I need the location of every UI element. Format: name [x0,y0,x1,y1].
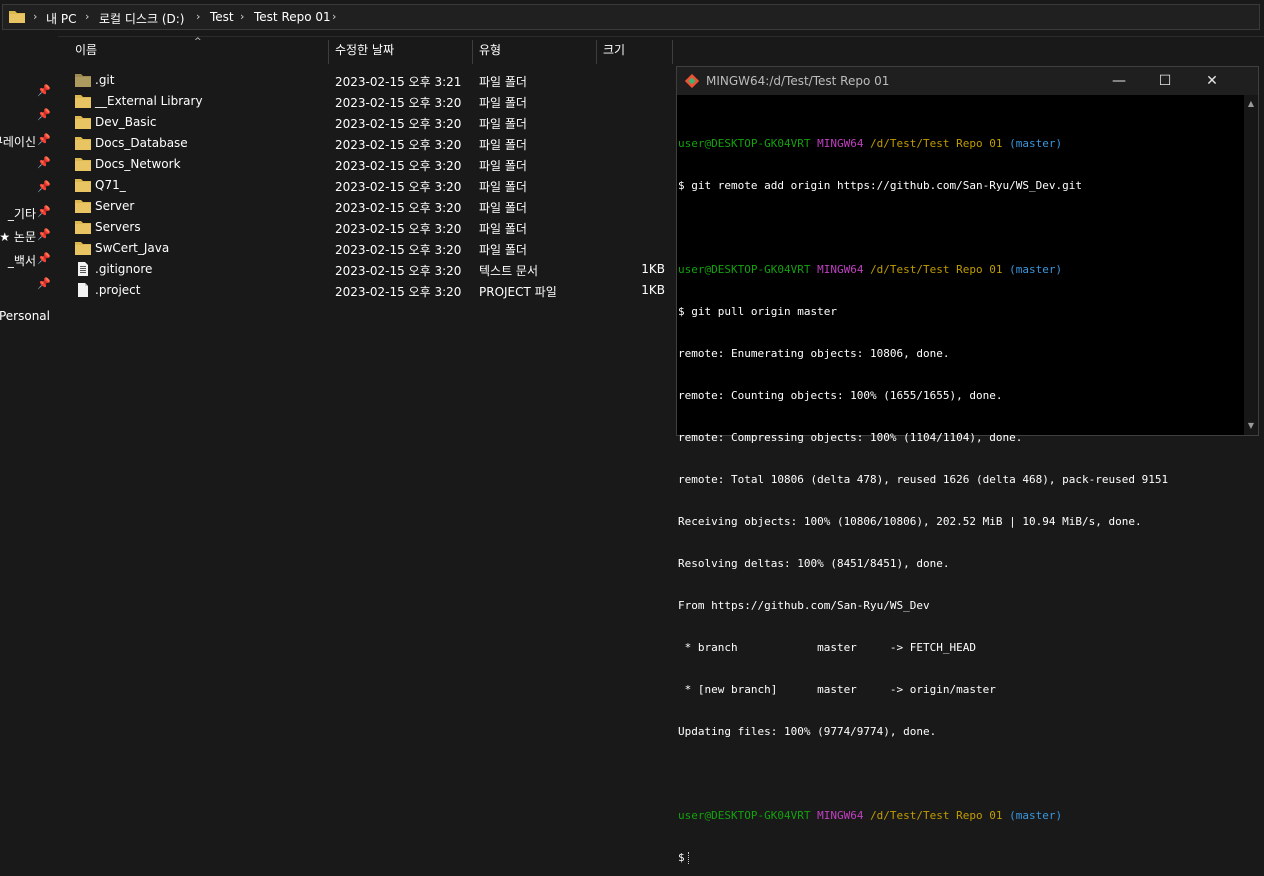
breadcrumb-separator: › [33,10,38,23]
column-header-type[interactable]: 유형 [473,36,596,64]
pin-icon: 📌 [37,205,51,218]
folder-icon [75,221,91,234]
close-button[interactable]: ✕ [1189,67,1235,95]
nav-item[interactable]: 📌 [0,81,58,103]
text-cursor [687,852,691,864]
terminal-prompt-line: user@DESKTOP-GK04VRT MINGW64 /d/Test/Tes… [678,263,1063,276]
pin-icon: 📌 [37,228,51,241]
file-row[interactable]: .project 2023-02-15 오후 3:20 PROJECT 파일 1… [70,280,670,301]
breadcrumb-separator[interactable]: › [85,10,89,23]
folder-icon [75,137,91,150]
file-row[interactable]: Docs_Database 2023-02-15 오후 3:20 파일 폴더 [70,133,670,154]
nav-item-personal[interactable]: Personal [0,306,58,328]
terminal-line: remote: Enumerating objects: 10806, done… [678,347,950,360]
breadcrumb-test-repo-01[interactable]: Test Repo 01 [254,10,331,24]
nav-item[interactable]: _★ 논문 📌 [0,225,58,247]
terminal-output[interactable]: user@DESKTOP-GK04VRT MINGW64 /d/Test/Tes… [678,109,1238,864]
terminal-titlebar[interactable]: MINGW64:/d/Test/Test Repo 01 — ☐ ✕ [677,67,1258,95]
breadcrumb-separator[interactable]: › [332,10,336,23]
file-row[interactable]: Servers 2023-02-15 오후 3:20 파일 폴더 [70,217,670,238]
minimize-icon: — [1112,73,1126,89]
column-header-date[interactable]: 수정한 날짜 [329,36,472,64]
terminal-line: * [new branch] master -> origin/master [678,683,996,696]
terminal-line: remote: Counting objects: 100% (1655/165… [678,389,1003,402]
column-divider[interactable] [672,40,673,64]
file-row[interactable]: Dev_Basic 2023-02-15 오후 3:20 파일 폴더 [70,112,670,133]
nav-item[interactable]: 📌 [0,274,58,296]
column-header-size[interactable]: 크기 [597,36,672,64]
pin-icon: 📌 [37,84,51,97]
terminal-line: remote: Total 10806 (delta 478), reused … [678,473,1169,486]
breadcrumb-local-disk[interactable]: 로컬 디스크 (D:) [99,10,184,27]
sort-ascending-icon: ^ [194,37,202,47]
nav-item[interactable]: 쿠레이신 📌 [0,130,58,152]
folder-icon [75,95,91,108]
folder-icon [75,179,91,192]
terminal-line: Resolving deltas: 100% (8451/8451), done… [678,557,950,570]
pin-icon: 📌 [37,133,51,146]
terminal-title: MINGW64:/d/Test/Test Repo 01 [706,74,890,88]
folder-icon [75,158,91,171]
scroll-down-icon[interactable]: ▼ [1244,419,1258,433]
file-row[interactable]: Server 2023-02-15 오후 3:20 파일 폴더 [70,196,670,217]
terminal-line: * branch master -> FETCH_HEAD [678,641,977,654]
breadcrumb-separator[interactable]: › [240,10,244,23]
breadcrumb-separator[interactable]: › [196,10,200,23]
pin-icon: 📌 [37,180,51,193]
close-icon: ✕ [1206,73,1218,89]
git-bash-icon [685,74,699,88]
nav-item[interactable]: 📌 [0,153,58,175]
terminal-line: $ git remote add origin https://github.c… [678,179,1082,192]
breadcrumb-test[interactable]: Test [210,10,234,24]
nav-item[interactable]: _백서 📌 [0,249,58,271]
terminal-prompt-line: user@DESKTOP-GK04VRT MINGW64 /d/Test/Tes… [678,809,1063,822]
file-list: .git 2023-02-15 오후 3:21 파일 폴더 __External… [58,70,674,310]
scroll-up-icon[interactable]: ▲ [1244,97,1258,111]
folder-icon [75,74,91,87]
terminal-line: From https://github.com/San-Ryu/WS_Dev [678,599,930,612]
folder-icon [75,200,91,213]
nav-item[interactable]: _기타 📌 [0,202,58,224]
file-row[interactable]: __External Library 2023-02-15 오후 3:20 파일… [70,91,670,112]
file-row[interactable]: Docs_Network 2023-02-15 오후 3:20 파일 폴더 [70,154,670,175]
file-row[interactable]: Q71_ 2023-02-15 오후 3:20 파일 폴더 [70,175,670,196]
maximize-icon: ☐ [1158,73,1172,89]
breadcrumb-this-pc[interactable]: 내 PC [46,10,76,27]
terminal-line: Receiving objects: 100% (10806/10806), 2… [678,515,1142,528]
maximize-button[interactable]: ☐ [1142,67,1188,95]
pin-icon: 📌 [37,108,51,121]
folder-icon [75,242,91,255]
terminal-prompt-line: user@DESKTOP-GK04VRT MINGW64 /d/Test/Tes… [678,137,1063,150]
file-row[interactable]: .git 2023-02-15 오후 3:21 파일 폴더 [70,70,670,91]
nav-item[interactable]: 📌 [0,105,58,127]
terminal-line: remote: Compressing objects: 100% (1104/… [678,431,1023,444]
minimize-button[interactable]: — [1096,67,1142,95]
terminal-line: $ git pull origin master [678,305,837,318]
column-header-row: 이름 ^ 수정한 날짜 유형 크기 [58,36,674,64]
address-bar[interactable]: › 내 PC › 로컬 디스크 (D:) › Test › Test Repo … [0,0,1264,37]
pin-icon: 📌 [37,252,51,265]
pin-icon: 📌 [37,156,51,169]
terminal-input-line[interactable]: $ [678,851,1238,865]
text-document-icon [78,262,88,276]
folder-icon [9,11,25,23]
folder-icon [75,116,91,129]
file-row[interactable]: .gitignore 2023-02-15 오후 3:20 텍스트 문서 1KB [70,259,670,280]
file-row[interactable]: SwCert_Java 2023-02-15 오후 3:20 파일 폴더 [70,238,670,259]
navigation-pane: 📌 📌 쿠레이신 📌 📌 📌 _기타 📌 _★ 논문 📌 _백서 📌 📌 Per… [0,36,58,438]
terminal-window[interactable]: MINGW64:/d/Test/Test Repo 01 — ☐ ✕ user@… [676,66,1259,864]
terminal-scrollbar[interactable]: ▲ ▼ [1244,95,1258,435]
file-icon [78,283,88,297]
nav-item[interactable]: 📌 [0,177,58,199]
address-box[interactable]: › 내 PC › 로컬 디스크 (D:) › Test › Test Repo … [2,4,1260,30]
terminal-line: Updating files: 100% (9774/9774), done. [678,725,937,738]
pin-icon: 📌 [37,277,51,290]
